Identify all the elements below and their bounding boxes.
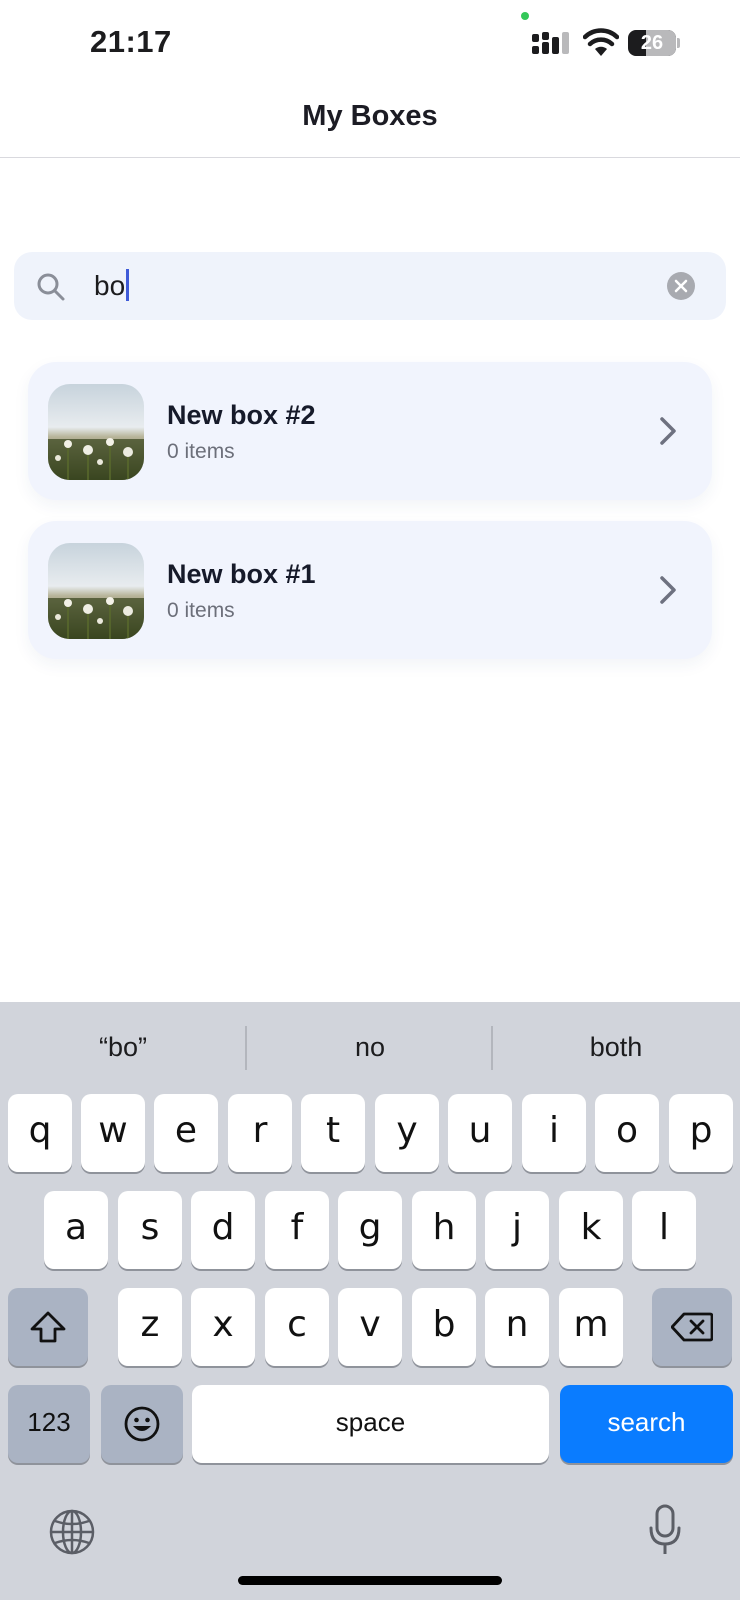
suggestion-item[interactable]: both (493, 1002, 739, 1092)
keyboard: “bo” no both q w e r t y u i o p a s d f… (0, 1002, 740, 1600)
backspace-key[interactable] (652, 1288, 732, 1366)
clear-search-button[interactable] (667, 272, 695, 300)
key-v[interactable]: v (338, 1288, 402, 1366)
shift-icon (30, 1311, 66, 1343)
key-n[interactable]: n (485, 1288, 549, 1366)
key-m[interactable]: m (559, 1288, 623, 1366)
search-input-value: bo (94, 270, 126, 301)
emoji-key[interactable] (101, 1385, 183, 1463)
key-r[interactable]: r (228, 1094, 292, 1172)
key-l[interactable]: l (632, 1191, 696, 1269)
home-indicator[interactable] (238, 1576, 502, 1585)
search-field[interactable]: bo (14, 252, 726, 320)
key-z[interactable]: z (118, 1288, 182, 1366)
chevron-right-icon (660, 417, 676, 445)
globe-icon[interactable] (48, 1508, 96, 1556)
key-a[interactable]: a (44, 1191, 108, 1269)
key-o[interactable]: o (595, 1094, 659, 1172)
key-f[interactable]: f (265, 1191, 329, 1269)
box-item-count: 0 items (167, 599, 235, 622)
status-time: 21:17 (90, 24, 172, 59)
status-bar: 21:17 26 (0, 0, 740, 80)
key-e[interactable]: e (154, 1094, 218, 1172)
key-c[interactable]: c (265, 1288, 329, 1366)
search-input[interactable]: bo (94, 269, 130, 302)
wifi-icon (583, 28, 619, 56)
key-t[interactable]: t (301, 1094, 365, 1172)
key-s[interactable]: s (118, 1191, 182, 1269)
emoji-icon (124, 1406, 160, 1442)
box-thumbnail-image (48, 543, 144, 639)
box-item-count: 0 items (167, 440, 235, 463)
text-caret (126, 269, 130, 301)
key-p[interactable]: p (669, 1094, 733, 1172)
box-list-item[interactable]: New box #1 0 items (28, 521, 712, 659)
search-key[interactable]: search (560, 1385, 733, 1463)
key-u[interactable]: u (448, 1094, 512, 1172)
key-y[interactable]: y (375, 1094, 439, 1172)
chevron-right-icon (660, 576, 676, 604)
navigation-bar: My Boxes (0, 80, 740, 158)
key-k[interactable]: k (559, 1191, 623, 1269)
suggestion-item[interactable]: “bo” (0, 1002, 246, 1092)
key-b[interactable]: b (412, 1288, 476, 1366)
clear-icon (674, 279, 688, 293)
battery-level: 26 (640, 32, 664, 54)
battery-icon: 26 (628, 30, 680, 56)
box-title: New box #1 (167, 559, 316, 589)
key-j[interactable]: j (485, 1191, 549, 1269)
suggestion-item[interactable]: no (247, 1002, 493, 1092)
key-g[interactable]: g (338, 1191, 402, 1269)
privacy-indicator-dot (521, 12, 529, 20)
key-i[interactable]: i (522, 1094, 586, 1172)
box-list-item[interactable]: New box #2 0 items (28, 362, 712, 500)
key-x[interactable]: x (191, 1288, 255, 1366)
box-title: New box #2 (167, 400, 316, 430)
page-title: My Boxes (302, 100, 438, 132)
search-icon (37, 273, 65, 301)
backspace-icon (671, 1312, 713, 1342)
key-q[interactable]: q (8, 1094, 72, 1172)
key-h[interactable]: h (412, 1191, 476, 1269)
space-key[interactable]: space (192, 1385, 549, 1463)
microphone-icon[interactable] (648, 1504, 682, 1556)
key-w[interactable]: w (81, 1094, 145, 1172)
box-thumbnail-image (48, 384, 144, 480)
shift-key[interactable] (8, 1288, 88, 1366)
numbers-key[interactable]: 123 (8, 1385, 90, 1463)
signal-icon (532, 32, 569, 54)
key-d[interactable]: d (191, 1191, 255, 1269)
